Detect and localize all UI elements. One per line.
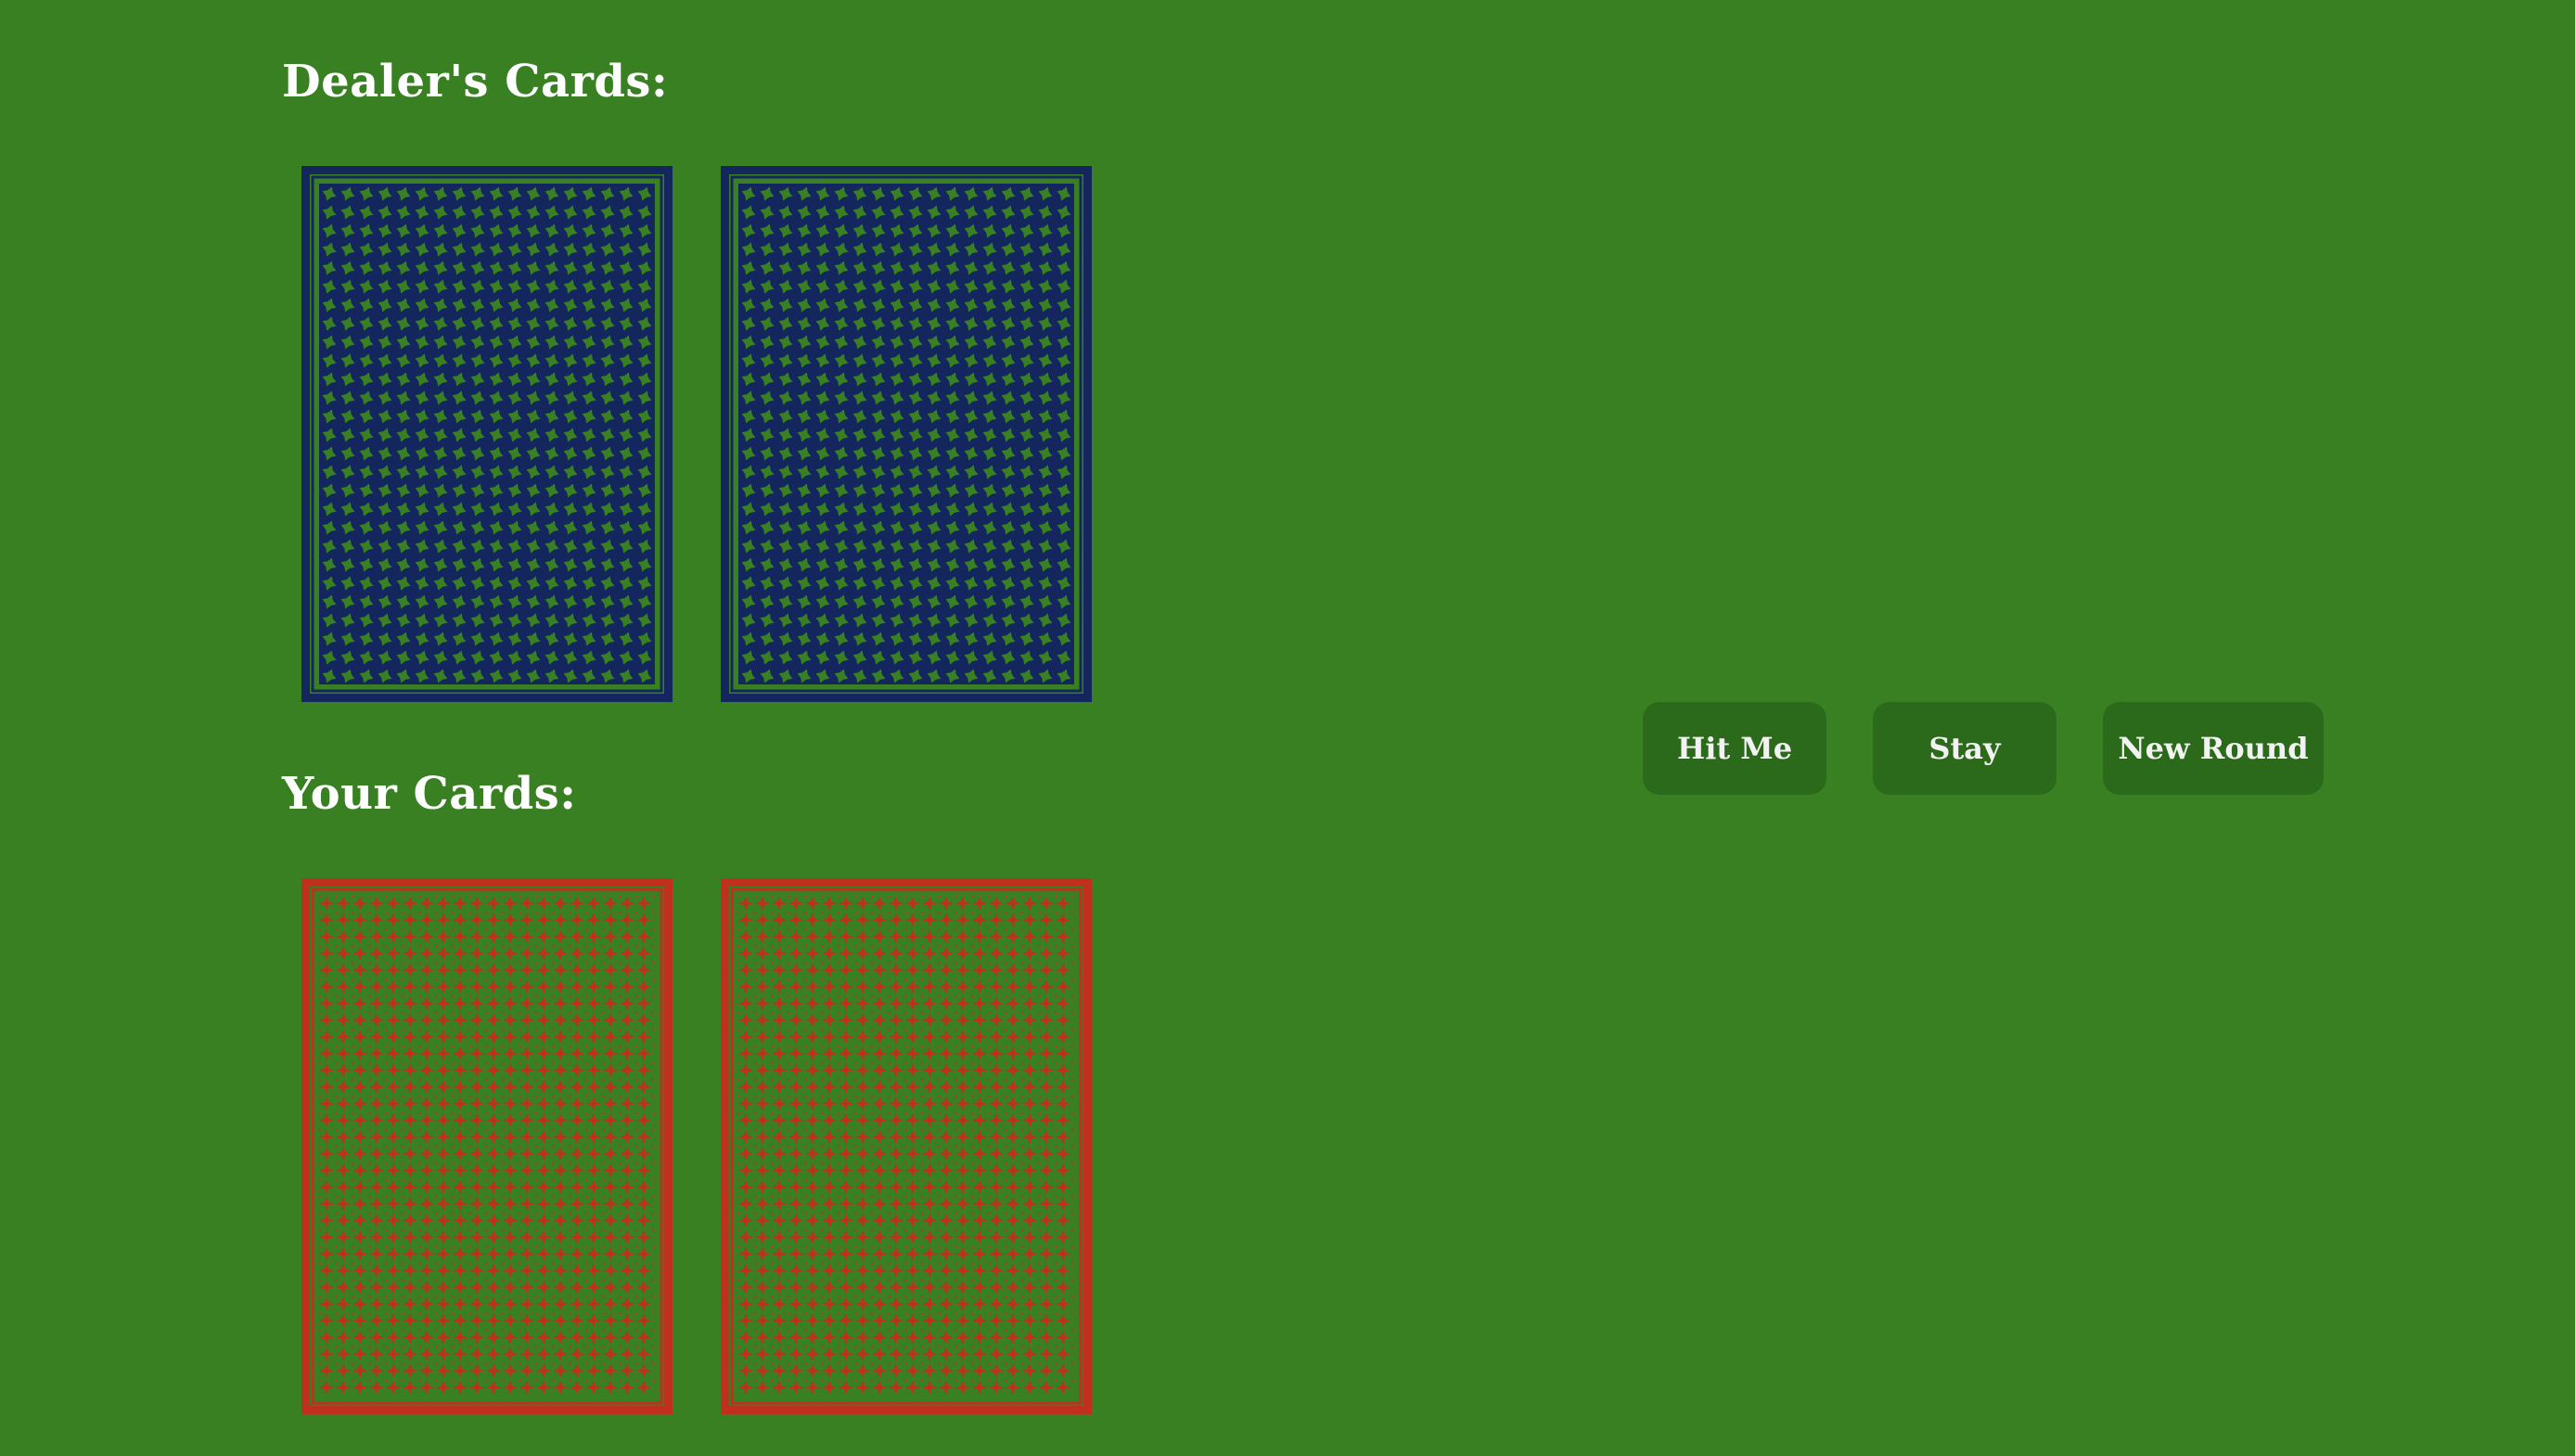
new-round-button[interactable]: New Round <box>2103 702 2324 795</box>
dealer-hand <box>301 166 1092 702</box>
stay-button[interactable]: Stay <box>1873 702 2056 795</box>
player-cards-heading: Your Cards: <box>282 768 577 820</box>
hit-me-button[interactable]: Hit Me <box>1643 702 1826 795</box>
game-controls: Hit Me Stay New Round <box>1643 702 2324 795</box>
dealer-card-back <box>301 166 673 702</box>
player-card-back <box>301 878 673 1414</box>
player-hand <box>301 878 1092 1414</box>
player-card-back <box>721 878 1092 1414</box>
dealer-cards-heading: Dealer's Cards: <box>282 56 669 108</box>
dealer-card-back <box>721 166 1092 702</box>
